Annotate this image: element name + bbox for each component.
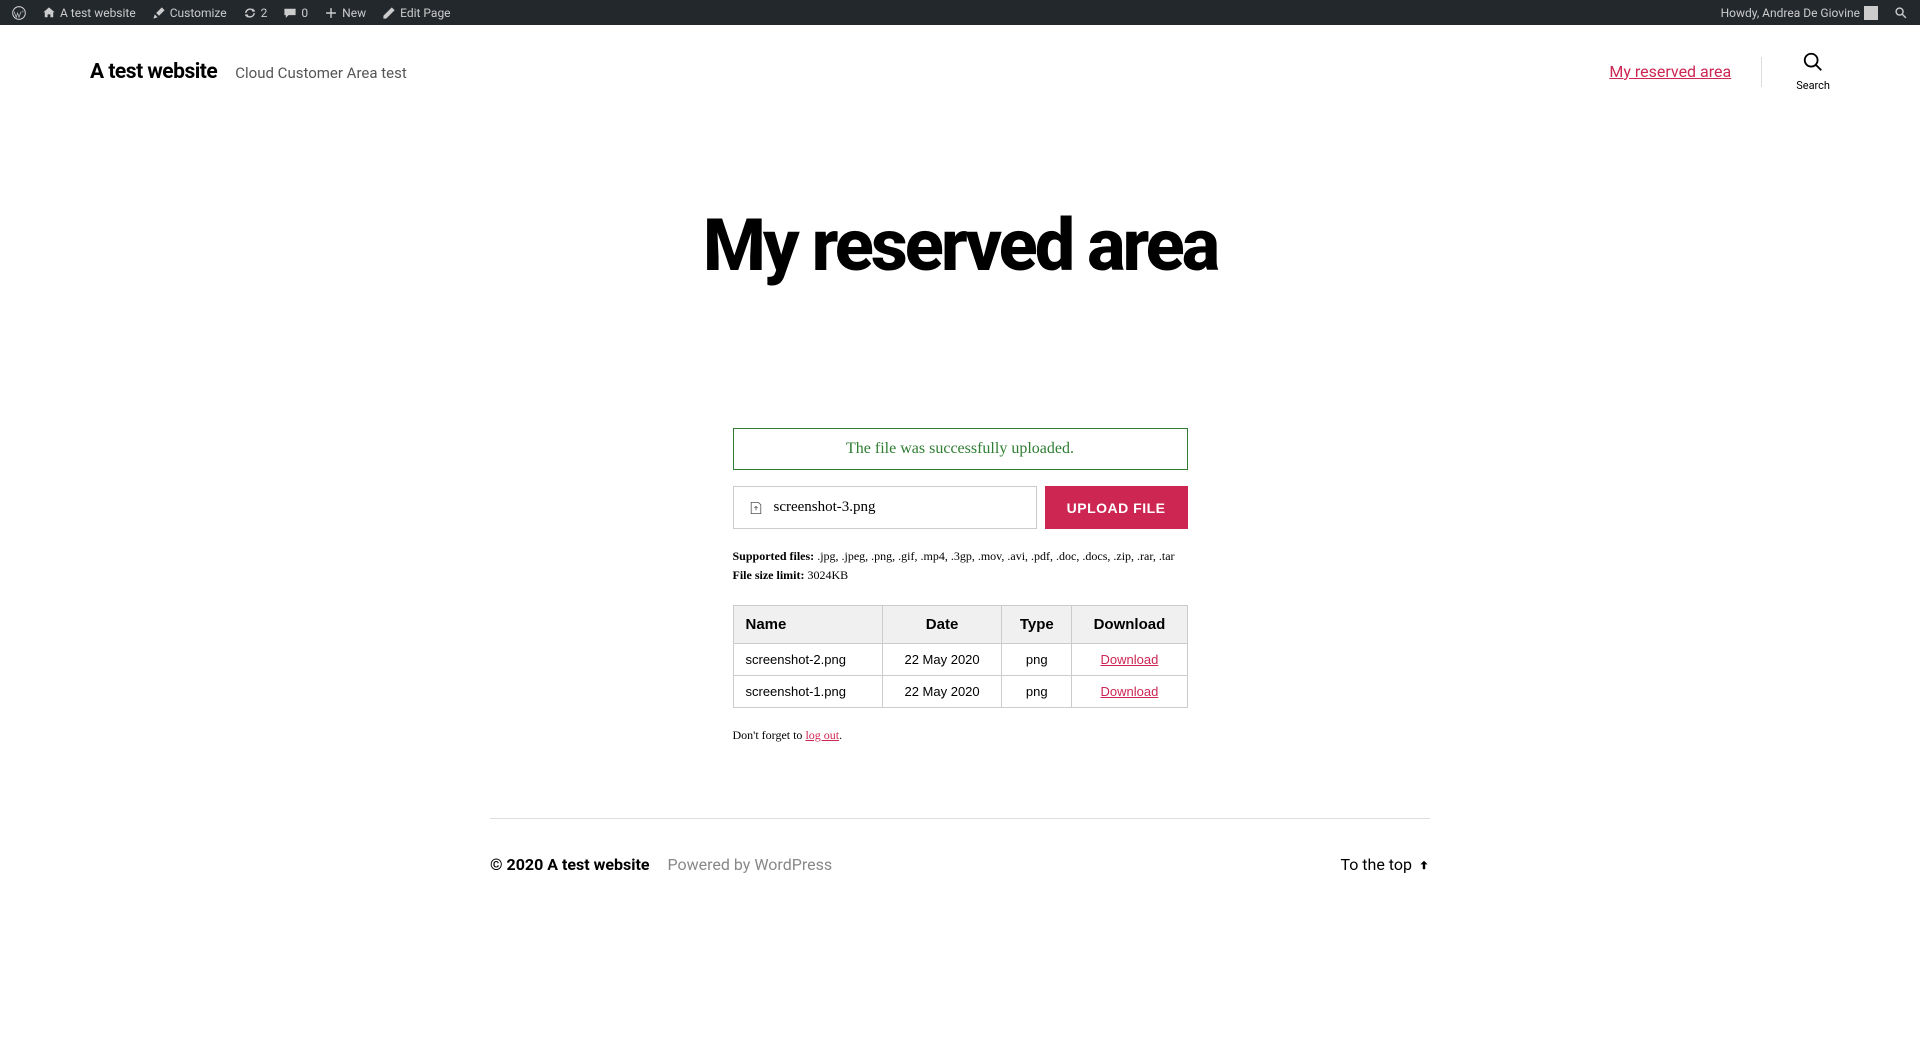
admin-site-link[interactable]: A test website [36, 6, 142, 20]
cell-type: png [1002, 644, 1072, 676]
wordpress-icon [12, 6, 26, 20]
page-title: My reserved area [0, 203, 1920, 288]
arrow-up-icon [1418, 859, 1430, 871]
divider [1761, 57, 1762, 87]
file-size-info: File size limit: 3024KB [733, 568, 1188, 583]
th-type: Type [1002, 606, 1072, 644]
search-button[interactable]: Search [1796, 51, 1830, 92]
powered-by[interactable]: Powered by WordPress [668, 855, 833, 874]
wp-admin-bar: A test website Customize 2 0 New [0, 0, 1920, 25]
files-table: Name Date Type Download screenshot-2.png… [733, 605, 1188, 708]
admin-site-name: A test website [60, 6, 136, 20]
size-limit-value: 3024KB [807, 568, 848, 582]
plus-icon [324, 6, 338, 20]
updates-count: 2 [261, 6, 268, 20]
th-download: Download [1072, 606, 1187, 644]
admin-new[interactable]: New [318, 6, 372, 20]
admin-user-menu[interactable]: Howdy, Andrea De Giovine [1715, 6, 1884, 20]
cell-type: png [1002, 676, 1072, 708]
admin-customize[interactable]: Customize [146, 6, 233, 20]
comments-count: 0 [301, 6, 308, 20]
search-label: Search [1796, 79, 1830, 92]
nav-reserved-area[interactable]: My reserved area [1609, 62, 1731, 81]
th-name: Name [733, 606, 882, 644]
cell-date: 22 May 2020 [882, 644, 1001, 676]
file-upload-icon [748, 500, 764, 516]
to-top-label: To the top [1340, 855, 1412, 874]
upload-form: screenshot-3.png UPLOAD FILE [733, 486, 1188, 529]
copyright: © 2020 A test website [490, 855, 650, 874]
header-nav: My reserved area Search [1609, 51, 1830, 92]
download-link[interactable]: Download [1101, 684, 1159, 699]
logout-suffix: . [839, 728, 842, 742]
supported-value: .jpg, .jpeg, .png, .gif, .mp4, .3gp, .mo… [817, 549, 1174, 563]
wp-logo[interactable] [6, 6, 32, 20]
download-link[interactable]: Download [1101, 652, 1159, 667]
search-icon [1802, 51, 1824, 73]
pencil-icon [382, 6, 396, 20]
success-message: The file was successfully uploaded. [733, 428, 1188, 470]
supported-files-info: Supported files: .jpg, .jpeg, .png, .gif… [733, 549, 1188, 564]
admin-bar-right: Howdy, Andrea De Giovine [1715, 6, 1914, 20]
admin-updates[interactable]: 2 [237, 6, 274, 20]
logout-link[interactable]: log out [805, 728, 839, 742]
table-row: screenshot-2.png 22 May 2020 png Downloa… [733, 644, 1187, 676]
admin-search[interactable] [1888, 6, 1914, 20]
avatar [1864, 6, 1878, 20]
selected-filename: screenshot-3.png [774, 499, 876, 516]
search-icon [1894, 6, 1908, 20]
upload-button[interactable]: UPLOAD FILE [1045, 486, 1188, 529]
size-limit-label: File size limit: [733, 568, 805, 582]
main-content: The file was successfully uploaded. scre… [733, 428, 1188, 743]
comment-icon [283, 6, 297, 20]
logout-prefix: Don't forget to [733, 728, 806, 742]
brush-icon [152, 6, 166, 20]
th-date: Date [882, 606, 1001, 644]
edit-page-label: Edit Page [400, 6, 450, 20]
cell-date: 22 May 2020 [882, 676, 1001, 708]
table-row: screenshot-1.png 22 May 2020 png Downloa… [733, 676, 1187, 708]
site-footer: © 2020 A test website Powered by WordPre… [490, 819, 1430, 910]
admin-bar-left: A test website Customize 2 0 New [6, 6, 457, 20]
site-tagline: Cloud Customer Area test [235, 64, 407, 82]
user-greeting: Howdy, Andrea De Giovine [1721, 6, 1860, 20]
admin-comments[interactable]: 0 [277, 6, 314, 20]
cell-name: screenshot-2.png [733, 644, 882, 676]
home-icon [42, 6, 56, 20]
logout-prompt: Don't forget to log out. [733, 728, 1188, 743]
footer-left: © 2020 A test website Powered by WordPre… [490, 855, 832, 874]
site-identity: A test website Cloud Customer Area test [90, 60, 407, 84]
supported-label: Supported files: [733, 549, 815, 563]
new-label: New [342, 6, 366, 20]
to-top-link[interactable]: To the top [1340, 855, 1430, 874]
customize-label: Customize [170, 6, 227, 20]
site-title[interactable]: A test website [90, 60, 217, 84]
file-input[interactable]: screenshot-3.png [733, 486, 1037, 529]
table-header-row: Name Date Type Download [733, 606, 1187, 644]
refresh-icon [243, 6, 257, 20]
admin-edit-page[interactable]: Edit Page [376, 6, 456, 20]
cell-name: screenshot-1.png [733, 676, 882, 708]
site-header: A test website Cloud Customer Area test … [0, 25, 1920, 118]
